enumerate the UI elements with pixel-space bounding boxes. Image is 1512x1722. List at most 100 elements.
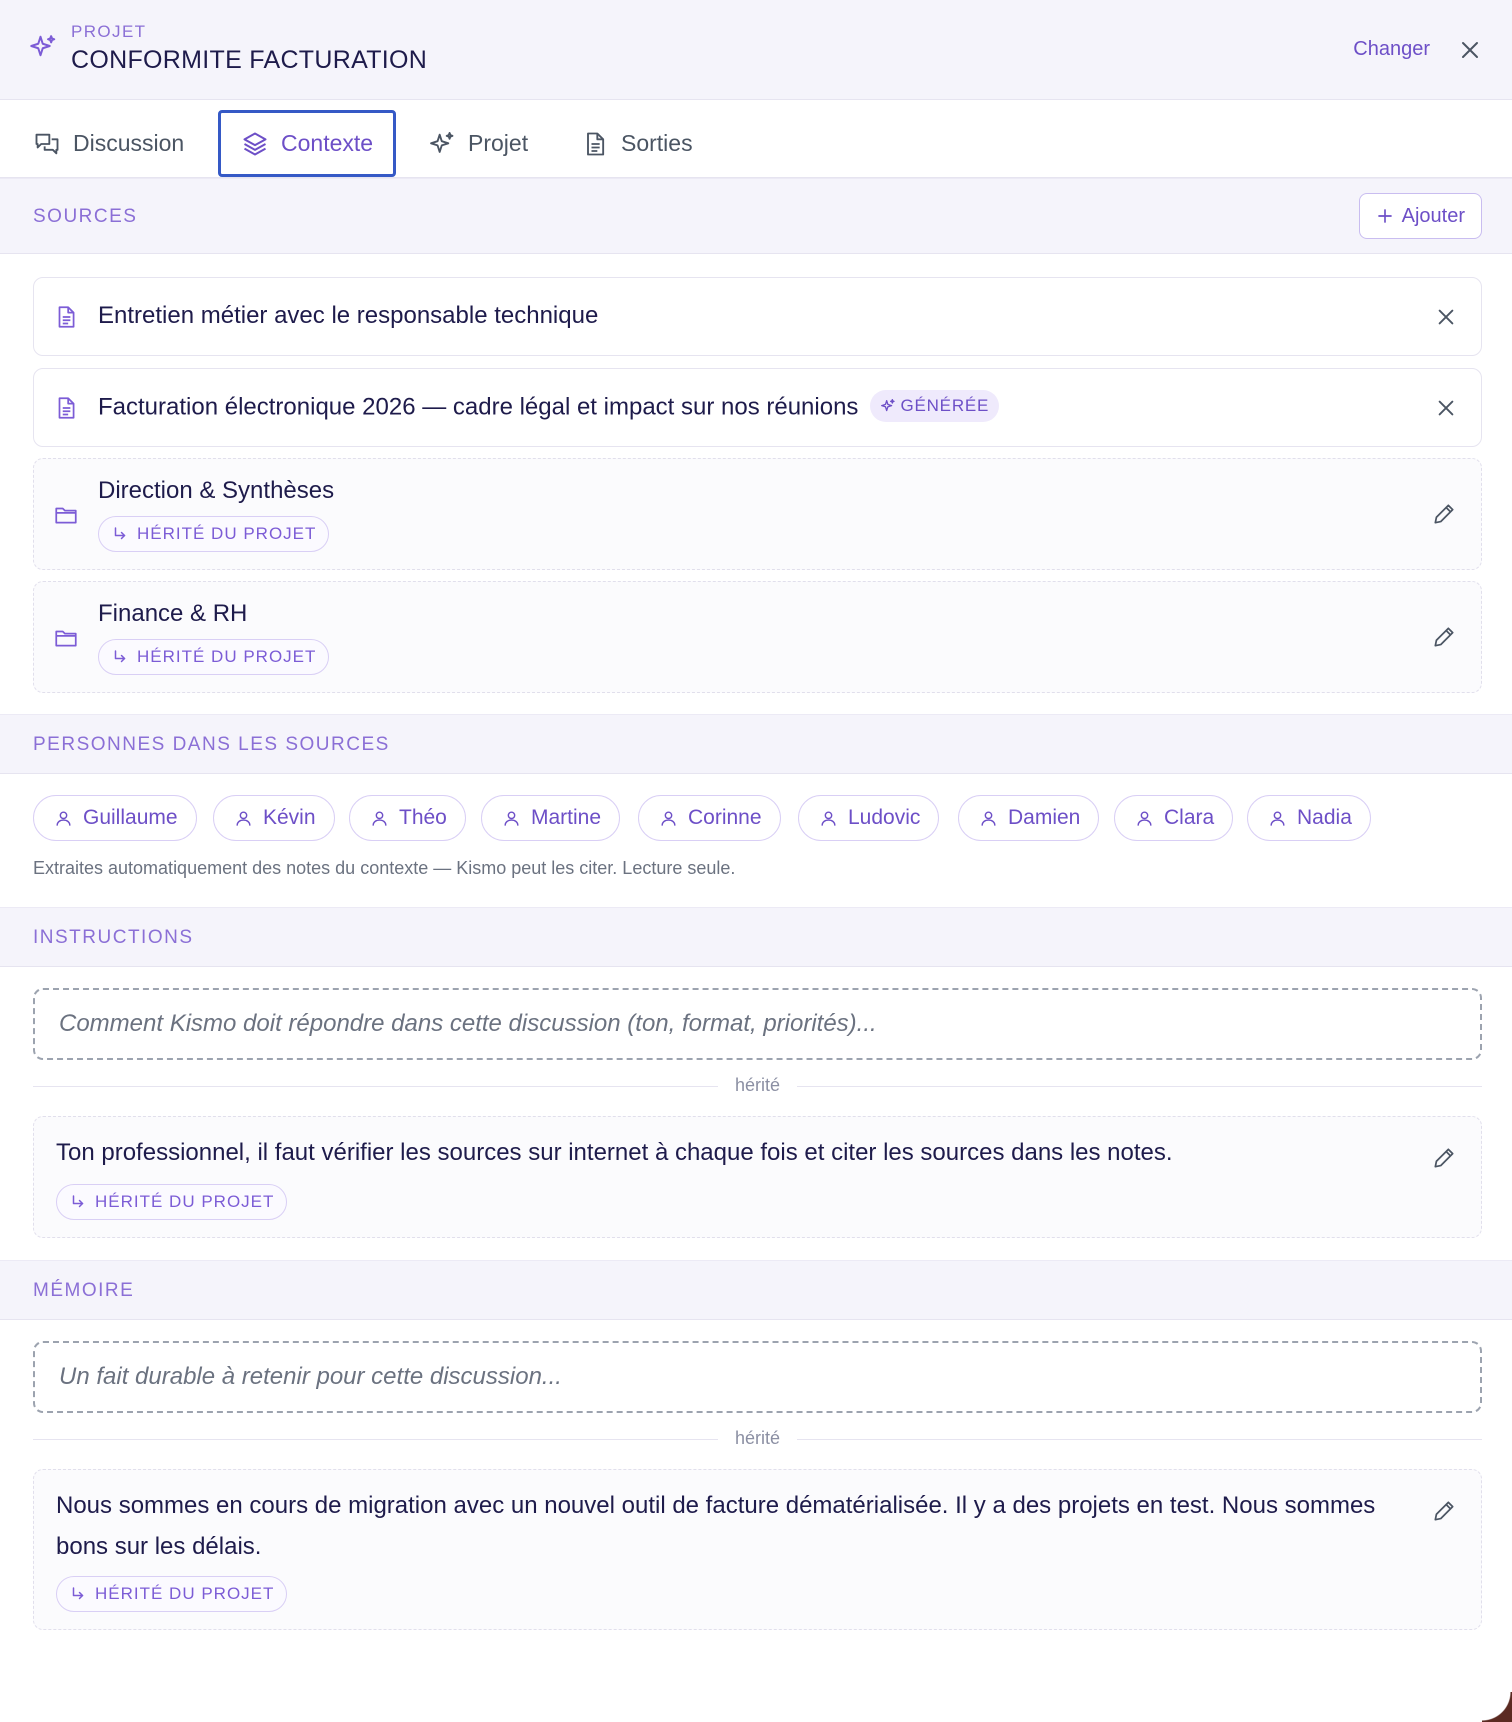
- source-title: Direction & Synthèses: [98, 477, 335, 504]
- plus-icon: [1377, 209, 1392, 223]
- source-item[interactable]: Facturation électronique 2026 — cadre lé…: [33, 368, 1482, 447]
- inherited-tag: HÉRITÉ DU PROJET: [56, 1576, 288, 1612]
- source-title: Facturation électronique 2026 — cadre lé…: [98, 393, 859, 421]
- section-title: MÉMOIRE: [33, 1280, 135, 1301]
- folder-icon: [55, 630, 77, 647]
- inherited-memory-text: Nous sommes en cours de migration avec u…: [56, 1492, 1376, 1560]
- source-folder-item[interactable]: Direction & Synthèses HÉRITÉ DU PROJET: [33, 458, 1482, 570]
- instructions-input[interactable]: [35, 990, 1480, 1058]
- project-title: CONFORMITE FACTURATION: [71, 46, 428, 74]
- remove-icon[interactable]: [1435, 397, 1457, 419]
- context-panel: PROJET CONFORMITE FACTURATION Changer Di…: [0, 0, 1512, 1722]
- pencil-icon[interactable]: [1431, 624, 1457, 650]
- inherited-tag: HÉRITÉ DU PROJET: [98, 516, 330, 552]
- memory-input[interactable]: [35, 1343, 1480, 1411]
- source-title: Entretien métier avec le responsable tec…: [98, 302, 599, 329]
- generated-badge: GÉNÉRÉE: [870, 390, 1000, 422]
- people-hint: Extraites automatiquement des notes du c…: [33, 858, 736, 878]
- inherited-tag: HÉRITÉ DU PROJET: [98, 639, 330, 675]
- person-chip[interactable]: Damien: [958, 795, 1100, 841]
- person-chip[interactable]: Corinne: [638, 795, 781, 841]
- tab-label: Contexte: [281, 130, 374, 156]
- person-chip[interactable]: Ludovic: [798, 795, 940, 841]
- user-icon: [504, 810, 519, 826]
- inherited-tag-label: HÉRITÉ DU PROJET: [137, 647, 317, 666]
- arrow-return-icon: [114, 527, 126, 540]
- person-name: Ludovic: [848, 806, 921, 829]
- pencil-icon[interactable]: [1431, 501, 1457, 527]
- user-icon: [56, 810, 71, 826]
- close-icon[interactable]: [1458, 38, 1482, 62]
- layers-icon: [243, 132, 267, 155]
- person-name: Kévin: [263, 806, 316, 829]
- divider-label: hérité: [734, 1075, 781, 1095]
- panel-header: PROJET CONFORMITE FACTURATION Changer: [0, 0, 1512, 100]
- memory-input-wrapper: [33, 1341, 1482, 1413]
- user-icon: [661, 810, 676, 826]
- instructions-input-wrapper: [33, 988, 1482, 1060]
- section-title: PERSONNES DANS LES SOURCES: [33, 734, 390, 755]
- window-corner: [1482, 1692, 1512, 1722]
- person-chip[interactable]: Nadia: [1247, 795, 1371, 841]
- source-item[interactable]: Entretien métier avec le responsable tec…: [33, 277, 1482, 356]
- sparkles-icon: [881, 399, 896, 412]
- sparkles-icon: [430, 131, 454, 153]
- person-name: Clara: [1164, 806, 1215, 829]
- person-name: Guillaume: [83, 806, 178, 829]
- source-folder-item[interactable]: Finance & RH HÉRITÉ DU PROJET: [33, 581, 1482, 693]
- person-name: Théo: [399, 806, 447, 829]
- person-chip[interactable]: Théo: [349, 795, 466, 841]
- project-eyebrow: PROJET: [71, 22, 147, 41]
- user-icon: [1270, 810, 1285, 826]
- arrow-return-icon: [72, 1195, 84, 1208]
- inherited-instruction-text: Ton professionnel, il faut vérifier les …: [56, 1139, 1173, 1166]
- inherited-instruction-card: Ton professionnel, il faut vérifier les …: [33, 1116, 1482, 1238]
- inherited-tag-label: HÉRITÉ DU PROJET: [95, 1192, 275, 1211]
- memory-section-header: MÉMOIRE: [0, 1260, 1512, 1320]
- document-icon: [58, 397, 75, 419]
- tab-bar: Discussion Contexte Projet Sorties: [0, 100, 1512, 178]
- pencil-icon[interactable]: [1431, 1498, 1457, 1524]
- change-project-link[interactable]: Changer: [1353, 38, 1430, 61]
- tab-contexte[interactable]: Contexte: [218, 110, 397, 177]
- person-name: Nadia: [1297, 806, 1352, 829]
- remove-icon[interactable]: [1435, 306, 1457, 328]
- inherited-tag: HÉRITÉ DU PROJET: [56, 1184, 288, 1220]
- folder-icon: [55, 507, 77, 524]
- person-chip[interactable]: Clara: [1114, 795, 1234, 841]
- pencil-icon[interactable]: [1431, 1145, 1457, 1171]
- inherited-memory-card: Nous sommes en cours de migration avec u…: [33, 1469, 1482, 1630]
- person-name: Damien: [1008, 806, 1081, 829]
- instructions-section-header: INSTRUCTIONS: [0, 907, 1512, 967]
- person-chip[interactable]: Kévin: [213, 795, 335, 841]
- user-icon: [236, 810, 251, 826]
- inherited-tag-label: HÉRITÉ DU PROJET: [95, 1584, 275, 1603]
- arrow-return-icon: [72, 1587, 84, 1600]
- document-icon: [58, 306, 75, 328]
- person-name: Corinne: [688, 806, 762, 829]
- tab-projet[interactable]: Projet: [428, 110, 528, 177]
- person-name: Martine: [531, 806, 602, 829]
- add-button-label: Ajouter: [1401, 204, 1465, 227]
- tab-label: Projet: [468, 130, 529, 156]
- section-title: INSTRUCTIONS: [33, 927, 194, 948]
- tab-sorties[interactable]: Sorties: [581, 110, 693, 177]
- chat-icon: [35, 133, 59, 154]
- document-icon: [587, 132, 605, 155]
- inherited-tag-label: HÉRITÉ DU PROJET: [137, 524, 317, 543]
- person-chip[interactable]: Guillaume: [33, 795, 197, 841]
- people-section-header: PERSONNES DANS LES SOURCES: [0, 714, 1512, 774]
- add-source-button[interactable]: Ajouter: [1358, 193, 1482, 239]
- inherited-divider: hérité: [33, 1075, 1482, 1099]
- user-icon: [981, 810, 996, 826]
- tab-label: Sorties: [621, 130, 693, 156]
- section-title: SOURCES: [33, 206, 138, 227]
- user-icon: [821, 810, 836, 826]
- tab-discussion[interactable]: Discussion: [33, 110, 184, 177]
- arrow-return-icon: [114, 650, 126, 663]
- tab-label: Discussion: [73, 130, 185, 156]
- inherited-divider: hérité: [33, 1428, 1482, 1452]
- person-chip[interactable]: Martine: [481, 795, 621, 841]
- user-icon: [1137, 810, 1152, 826]
- divider-label: hérité: [734, 1428, 781, 1448]
